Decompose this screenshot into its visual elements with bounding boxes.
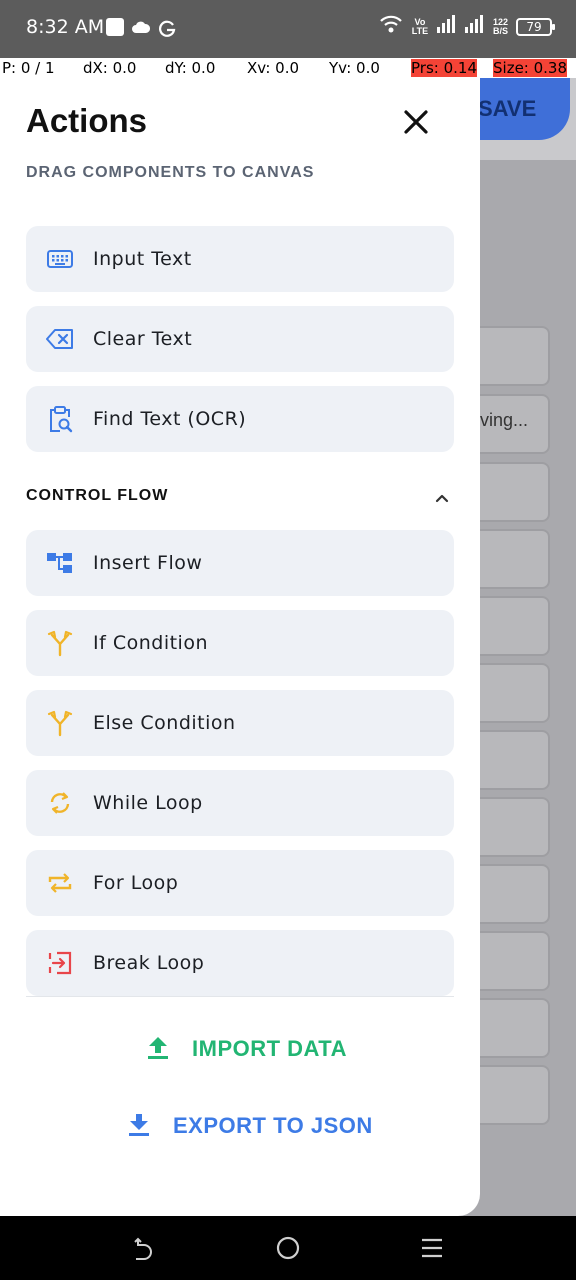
action-label: Insert Flow <box>93 552 203 574</box>
action-label: Find Text (OCR) <box>93 408 247 430</box>
pointer-dy: dY: 0.0 <box>165 59 216 77</box>
pointer-size: Size: 0.38 <box>493 59 568 77</box>
pointer-dx: dX: 0.0 <box>83 59 137 77</box>
background-app: SAVE ving... <box>480 78 576 1216</box>
notification-square-icon <box>106 18 124 41</box>
action-label: Input Text <box>93 248 192 270</box>
action-else-condition[interactable]: Else Condition <box>26 690 454 756</box>
background-card <box>480 730 550 790</box>
background-card <box>480 864 550 924</box>
signal-icon-2 <box>464 15 485 38</box>
exit-icon <box>46 949 74 977</box>
g-app-icon <box>158 19 176 42</box>
action-break-loop[interactable]: Break Loop <box>26 930 454 996</box>
export-json-button[interactable]: EXPORT TO JSON <box>127 1106 373 1146</box>
action-label: Else Condition <box>93 712 236 734</box>
action-label: Clear Text <box>93 328 193 350</box>
action-insert-flow[interactable]: Insert Flow <box>26 530 454 596</box>
background-card <box>480 931 550 991</box>
cloud-icon <box>132 20 151 39</box>
clipboard-search-icon <box>46 405 74 433</box>
status-right-icons: Vo LTE 122 B/S 79 <box>379 14 555 39</box>
background-card <box>480 326 550 386</box>
signal-icon <box>436 15 457 38</box>
background-card <box>480 998 550 1058</box>
pointer-p: P: 0 / 1 <box>2 59 55 77</box>
close-button[interactable] <box>398 104 434 140</box>
download-icon <box>127 1111 151 1142</box>
home-icon[interactable] <box>274 1234 302 1262</box>
status-bar: 8:32 AM Vo LTE 122 B/S 79 <box>0 0 576 58</box>
upload-icon <box>146 1034 170 1065</box>
background-card <box>480 596 550 656</box>
pointer-yv: Yv: 0.0 <box>329 59 380 77</box>
pointer-location-bar: P: 0 / 1 dX: 0.0 dY: 0.0 Xv: 0.0 Yv: 0.0… <box>0 58 576 78</box>
export-json-label: EXPORT TO JSON <box>173 1113 373 1138</box>
save-button: SAVE <box>480 78 570 140</box>
background-card: ving... <box>480 394 550 454</box>
section-title: CONTROL FLOW <box>26 487 169 504</box>
import-data-label: IMPORT DATA <box>192 1036 347 1061</box>
action-find-text-ocr[interactable]: Find Text (OCR) <box>26 386 454 452</box>
backspace-icon <box>46 325 74 353</box>
action-label: If Condition <box>93 632 208 654</box>
pointer-prs: Prs: 0.14 <box>411 59 477 77</box>
flow-tree-icon <box>46 549 74 577</box>
background-card <box>480 797 550 857</box>
navigation-bar <box>0 1216 576 1280</box>
control-flow-section-header[interactable]: CONTROL FLOW <box>26 486 454 510</box>
wifi-icon <box>379 14 403 39</box>
background-card <box>480 529 550 589</box>
close-icon[interactable] <box>398 104 434 140</box>
background-card <box>480 462 550 522</box>
action-if-condition[interactable]: If Condition <box>26 610 454 676</box>
background-card <box>480 1065 550 1125</box>
import-data-button[interactable]: IMPORT DATA <box>146 1029 347 1069</box>
action-while-loop[interactable]: While Loop <box>26 770 454 836</box>
pointer-xv: Xv: 0.0 <box>247 59 300 77</box>
fork-icon <box>46 629 74 657</box>
chevron-up-icon[interactable] <box>432 488 452 508</box>
battery-icon: 79 <box>516 17 555 36</box>
recents-menu-icon[interactable] <box>418 1234 446 1262</box>
sync-icon <box>46 789 74 817</box>
fork-icon <box>46 709 74 737</box>
background-card-text: ving... <box>480 410 529 430</box>
drawer-subtitle: DRAG COMPONENTS TO CANVAS <box>26 164 315 181</box>
net-speed-unit: B/S <box>492 25 508 36</box>
action-label: Break Loop <box>93 952 205 974</box>
net-speed: 122 B/S <box>492 17 508 36</box>
keyboard-icon <box>46 245 74 273</box>
action-label: For Loop <box>93 872 179 894</box>
action-clear-text[interactable]: Clear Text <box>26 306 454 372</box>
action-input-text[interactable]: Input Text <box>26 226 454 292</box>
repeat-icon <box>46 869 74 897</box>
volte-label: Vo LTE <box>411 16 429 36</box>
back-icon[interactable] <box>130 1234 158 1262</box>
divider <box>26 996 454 997</box>
action-for-loop[interactable]: For Loop <box>26 850 454 916</box>
status-time: 8:32 AM <box>26 16 105 38</box>
drawer-title: Actions <box>26 102 148 139</box>
action-label: While Loop <box>93 792 203 814</box>
actions-drawer: Actions DRAG COMPONENTS TO CANVAS Input … <box>0 78 480 1216</box>
background-card <box>480 663 550 723</box>
